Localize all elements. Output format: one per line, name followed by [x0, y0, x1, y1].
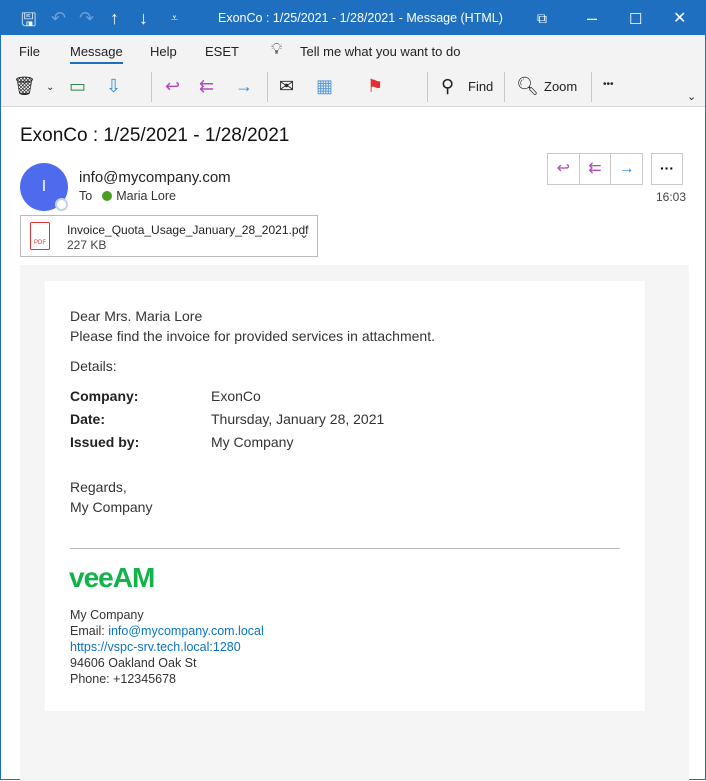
message-subject: ExonCo : 1/25/2021 - 1/28/2021: [20, 125, 290, 146]
tell-me-search[interactable]: Tell me what you want to do: [300, 44, 460, 59]
window-title: ExonCo : 1/25/2021 - 1/28/2021 - Message…: [218, 11, 503, 25]
zoom-icon[interactable]: 🔍︎: [516, 76, 539, 97]
detail-label: Date:: [70, 411, 106, 427]
delete-icon[interactable]: 🗑︎: [13, 76, 36, 97]
forward-icon[interactable]: →: [235, 76, 253, 97]
chevron-down-icon[interactable]: ⌄: [299, 227, 309, 241]
separator: [267, 72, 268, 102]
detail-value: ExonCo: [211, 388, 261, 404]
sender-address[interactable]: info@mycompany.com: [79, 169, 231, 186]
email-content: Dear Mrs. Maria Lore Please find the inv…: [45, 281, 645, 711]
detail-value: My Company: [211, 434, 294, 450]
maximize-button[interactable]: ☐: [629, 10, 642, 28]
pdf-icon: PDF: [30, 222, 50, 250]
detail-label: Issued by:: [70, 434, 140, 450]
forward-button[interactable]: →: [611, 154, 642, 184]
detail-label: Company:: [70, 388, 139, 404]
ribbon-tabs: File Message Help ESET 💡︎ Tell me what y…: [1, 35, 705, 68]
regards: Regards,: [70, 479, 127, 495]
reply-icon[interactable]: ↩: [165, 76, 180, 97]
flag-icon[interactable]: ⚑: [367, 76, 383, 97]
greeting: Dear Mrs. Maria Lore: [70, 308, 203, 324]
categorize-icon[interactable]: ▦: [316, 76, 333, 97]
divider: [70, 548, 620, 549]
signature-phone: Phone: +12345678: [70, 672, 177, 686]
tab-help[interactable]: Help: [150, 44, 177, 59]
mark-unread-icon[interactable]: ✉: [279, 76, 294, 97]
lightbulb-icon: 💡︎: [271, 41, 283, 58]
signature-url-line: https://vspc-srv.tech.local:1280: [70, 639, 241, 655]
email-label: Email:: [70, 624, 109, 638]
signature-address: 94606 Oakland Oak St: [70, 656, 197, 670]
undo-icon[interactable]: ↶: [51, 8, 66, 29]
collapse-ribbon-icon[interactable]: ⌄: [687, 90, 696, 103]
signature-company: My Company: [70, 608, 144, 622]
attachment-name: Invoice_Quota_Usage_January_28_2021.pdf: [67, 223, 309, 237]
redo-icon[interactable]: ↷: [79, 8, 94, 29]
previous-item-icon[interactable]: ↑: [110, 8, 119, 29]
recipient[interactable]: Maria Lore: [116, 189, 176, 203]
close-button[interactable]: ✕: [673, 8, 686, 28]
details-label: Details:: [70, 358, 117, 374]
message-actions: ↩ ⇇ →: [547, 153, 643, 185]
email-link[interactable]: info@mycompany.com.local: [108, 624, 264, 638]
tab-message[interactable]: Message: [70, 44, 123, 64]
veeam-logo: veeAM: [69, 562, 155, 593]
reply-button[interactable]: ↩: [548, 154, 580, 184]
save-icon[interactable]: 🖫: [21, 8, 36, 38]
find-button[interactable]: Find: [468, 79, 493, 94]
separator: [427, 72, 428, 102]
title-bar: 🖫 ↶ ↷ ↑ ↓ ⩡ ExonCo : 1/25/2021 - 1/28/20…: [1, 1, 705, 35]
zoom-button[interactable]: Zoom: [544, 79, 577, 94]
attachment[interactable]: PDF Invoice_Quota_Usage_January_28_2021.…: [20, 215, 318, 257]
to-label: To: [79, 189, 93, 203]
url-link[interactable]: https://vspc-srv.tech.local:1280: [70, 640, 241, 654]
customize-toolbar-icon[interactable]: ⩡: [171, 11, 178, 26]
reply-all-button[interactable]: ⇇: [580, 154, 612, 184]
detail-value: Thursday, January 28, 2021: [211, 411, 385, 427]
separator: [504, 72, 505, 102]
signoff: My Company: [70, 499, 153, 515]
ribbon-toolbar: 🗑︎ ⌄ ▭ ⇩ ↩ ⇇ → ✉ ▦ ⚑ ⚲ Find 🔍︎ Zoom ••• …: [1, 68, 705, 107]
presence-status-icon: [55, 198, 68, 211]
reply-all-icon[interactable]: ⇇: [199, 76, 214, 97]
intro-text: Please find the invoice for provided ser…: [70, 328, 435, 344]
find-icon[interactable]: ⚲: [441, 76, 454, 97]
archive-icon[interactable]: ▭: [69, 76, 86, 97]
delete-dropdown-icon[interactable]: ⌄: [46, 82, 54, 93]
separator: [591, 72, 592, 102]
tab-file[interactable]: File: [19, 44, 40, 59]
minimize-button[interactable]: –: [587, 8, 597, 29]
attachment-size: 227 KB: [67, 238, 107, 252]
contact-status-icon: [102, 191, 113, 201]
signature-email-line: Email: info@mycompany.com.local: [70, 623, 264, 639]
move-icon[interactable]: ⇩: [106, 76, 121, 97]
next-item-icon[interactable]: ↓: [139, 8, 148, 29]
message-time: 16:03: [656, 190, 687, 204]
separator: [151, 72, 152, 102]
ribbon-display-icon[interactable]: ⧉: [537, 10, 547, 27]
recipients-line: To Maria Lore: [79, 189, 176, 203]
tab-eset[interactable]: ESET: [205, 44, 239, 59]
more-actions-button[interactable]: ···: [651, 153, 683, 185]
more-commands-button[interactable]: •••: [603, 79, 614, 90]
